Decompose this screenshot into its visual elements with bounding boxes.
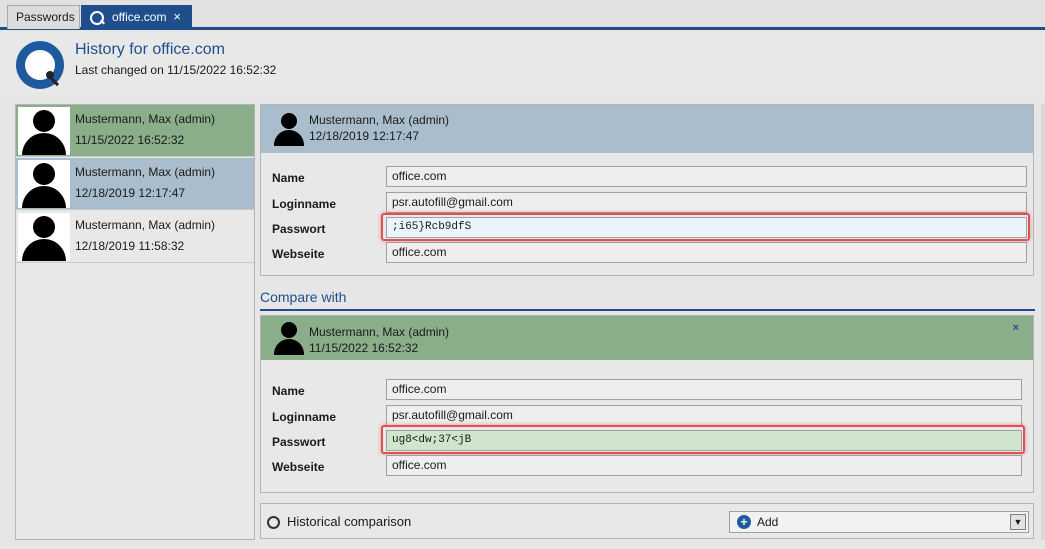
current-date: 12/18/2019 12:17:47 xyxy=(309,129,420,143)
history-item-date: 11/15/2022 16:52:32 xyxy=(75,133,185,147)
history-item[interactable]: Mustermann, Max (admin) 12/18/2019 11:58… xyxy=(16,211,254,263)
compare-version-card: Mustermann, Max (admin) 11/15/2022 16:52… xyxy=(260,315,1034,493)
avatar xyxy=(18,107,70,155)
history-item[interactable]: Mustermann, Max (admin) 12/18/2019 12:17… xyxy=(16,158,254,210)
current-version-header: Mustermann, Max (admin) 12/18/2019 12:17… xyxy=(261,105,1033,153)
website-field[interactable]: office.com xyxy=(386,455,1022,476)
tab-strip: Passwords office.com × xyxy=(0,0,1045,30)
scrollbar[interactable] xyxy=(1041,104,1045,540)
loginname-label: Loginname xyxy=(272,197,337,211)
avatar xyxy=(273,112,305,146)
avatar xyxy=(18,213,70,261)
history-item[interactable]: Mustermann, Max (admin) 11/15/2022 16:52… xyxy=(16,105,254,157)
website-label: Webseite xyxy=(272,460,325,474)
historical-comparison-label: Historical comparison xyxy=(287,514,412,529)
history-item-user: Mustermann, Max (admin) xyxy=(75,112,216,126)
last-changed-text: Last changed on 11/15/2022 16:52:32 xyxy=(75,63,277,77)
close-icon[interactable]: × xyxy=(1013,322,1019,334)
history-item-date: 12/18/2019 11:58:32 xyxy=(75,239,185,253)
tab-close-icon[interactable]: × xyxy=(173,6,181,28)
historical-comparison-bar: Historical comparison + Add ▼ xyxy=(260,503,1034,539)
compare-user: Mustermann, Max (admin) xyxy=(309,325,450,339)
password-label: Passwort xyxy=(272,435,326,449)
history-list: Mustermann, Max (admin) 11/15/2022 16:52… xyxy=(15,104,255,540)
compare-version-header: Mustermann, Max (admin) 11/15/2022 16:52… xyxy=(261,316,1033,360)
history-search-icon xyxy=(267,516,280,529)
avatar xyxy=(273,321,305,355)
loginname-field[interactable]: psr.autofill@gmail.com xyxy=(386,405,1022,426)
history-item-user: Mustermann, Max (admin) xyxy=(75,165,216,179)
tab-passwords-label: Passwords xyxy=(16,10,75,24)
add-comparison-dropdown[interactable]: + Add ▼ xyxy=(729,511,1029,533)
loginname-field[interactable]: psr.autofill@gmail.com xyxy=(386,192,1027,213)
history-header: History for office.com Last changed on 1… xyxy=(0,33,1045,98)
page-title: History for office.com xyxy=(75,41,225,58)
tab-passwords[interactable]: Passwords xyxy=(7,5,80,29)
history-logo-icon xyxy=(16,41,64,89)
compare-section-title: Compare with xyxy=(260,289,1035,311)
history-item-user: Mustermann, Max (admin) xyxy=(75,218,216,232)
compare-date: 11/15/2022 16:52:32 xyxy=(309,341,419,355)
name-field[interactable]: office.com xyxy=(386,166,1027,187)
loginname-label: Loginname xyxy=(272,410,337,424)
key-icon xyxy=(46,71,60,87)
password-field[interactable]: ;i65}Rcb9dfS xyxy=(386,217,1027,238)
history-item-date: 12/18/2019 12:17:47 xyxy=(75,186,186,200)
current-version-card: Mustermann, Max (admin) 12/18/2019 12:17… xyxy=(260,104,1034,276)
password-label: Passwort xyxy=(272,222,326,236)
history-search-icon xyxy=(90,11,104,25)
tab-office-com-label: office.com xyxy=(112,10,167,24)
dropdown-value: Add xyxy=(757,515,779,529)
current-user: Mustermann, Max (admin) xyxy=(309,113,450,127)
name-label: Name xyxy=(272,384,305,398)
chevron-down-icon[interactable]: ▼ xyxy=(1010,514,1026,530)
name-field[interactable]: office.com xyxy=(386,379,1022,400)
avatar xyxy=(18,160,70,208)
website-field[interactable]: office.com xyxy=(386,242,1027,263)
website-label: Webseite xyxy=(272,247,325,261)
tab-office-com[interactable]: office.com × xyxy=(81,5,192,29)
plus-circle-icon: + xyxy=(737,515,751,529)
password-field[interactable]: ug8<dw;37<jB xyxy=(386,430,1022,451)
name-label: Name xyxy=(272,171,305,185)
